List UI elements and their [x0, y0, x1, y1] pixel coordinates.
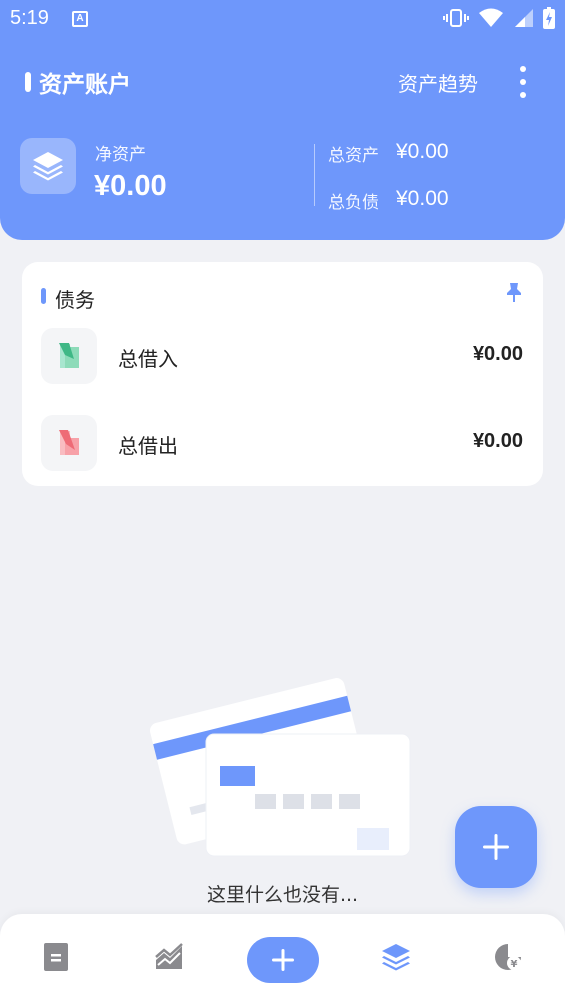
debt-card: 债务 总借入 ¥0.00 总借出 ¥0.00: [22, 262, 543, 486]
battery-icon: [543, 7, 555, 29]
cellular-signal-icon: [515, 9, 533, 27]
nav-layers-icon[interactable]: [381, 942, 411, 972]
add-icon: [272, 949, 294, 971]
empty-cards-illustration: [150, 660, 420, 865]
page-title: 资产账户: [39, 72, 131, 98]
bottom-navigation: ¥: [0, 914, 565, 1004]
title-accent-mark: [25, 72, 31, 92]
nav-piggy-bank-icon[interactable]: ¥: [493, 942, 523, 972]
plus-icon: [483, 834, 509, 860]
add-account-button[interactable]: [455, 806, 537, 888]
debt-row-borrow-in[interactable]: 总借入 ¥0.00: [22, 326, 543, 386]
total-liabilities-label: 总负债: [328, 193, 379, 213]
net-assets-label: 净资产: [95, 145, 146, 165]
total-assets-label: 总资产: [328, 146, 379, 166]
system-icons: [443, 7, 555, 29]
total-liabilities-value: ¥0.00: [396, 187, 449, 210]
card-accent-mark: [41, 288, 46, 304]
nav-add-button[interactable]: [247, 937, 319, 983]
asset-trend-link[interactable]: 资产趋势: [398, 68, 478, 97]
lend-out-icon: [41, 415, 97, 471]
header: 5:19 A 资产账户 资产趋势 净资产 ¥0.00 总资产 ¥0.00 总负债…: [0, 0, 565, 240]
borrow-in-icon: [41, 328, 97, 384]
nav-ledger-icon[interactable]: [41, 942, 71, 972]
debt-card-title: 债务: [55, 288, 95, 312]
net-assets-value: ¥0.00: [94, 170, 167, 202]
title-bar: 资产账户 资产趋势: [0, 62, 565, 102]
svg-text:¥: ¥: [511, 959, 518, 970]
borrow-in-label: 总借入: [118, 347, 178, 371]
debt-row-lend-out[interactable]: 总借出 ¥0.00: [22, 413, 543, 473]
lend-out-value: ¥0.00: [472, 430, 523, 452]
pin-icon[interactable]: [506, 282, 522, 304]
status-bar: 5:19 A: [0, 0, 565, 38]
notification-a-icon: A: [72, 11, 88, 27]
header-divider: [314, 144, 315, 206]
total-assets-value: ¥0.00: [396, 140, 449, 163]
more-menu-icon[interactable]: [516, 66, 530, 98]
nav-chart-icon[interactable]: [154, 942, 184, 972]
lend-out-label: 总借出: [118, 434, 178, 458]
assets-layers-icon: [20, 138, 76, 194]
borrow-in-value: ¥0.00: [472, 343, 523, 365]
wifi-icon: [479, 8, 503, 27]
vibrate-icon: [443, 9, 469, 27]
status-time: 5:19: [10, 7, 49, 29]
